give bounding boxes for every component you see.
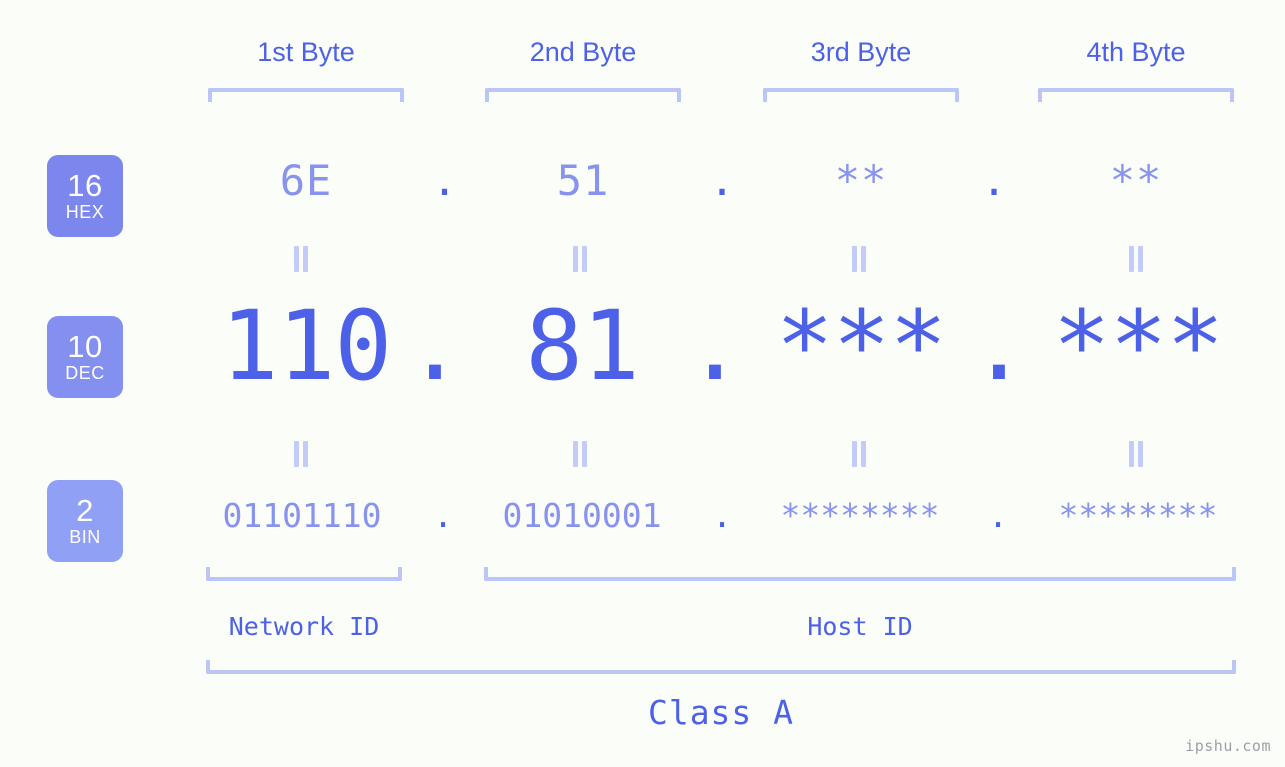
bin-byte-2: 01010001 bbox=[502, 496, 662, 535]
byte-header-3: 3rd Byte bbox=[810, 37, 912, 67]
byte-bracket-4 bbox=[1038, 88, 1234, 102]
dec-byte-3: *** bbox=[775, 290, 947, 402]
bin-byte-3: ******** bbox=[780, 496, 940, 535]
base-badge-hex-abbr: HEX bbox=[65, 202, 105, 222]
ip-address-breakdown-diagram: 1st Byte 2nd Byte 3rd Byte 4th Byte 16 H… bbox=[0, 0, 1285, 767]
base-badge-dec: 10 DEC bbox=[47, 316, 123, 398]
base-badge-bin-abbr: BIN bbox=[69, 527, 101, 547]
byte-header-1: 1st Byte bbox=[257, 37, 355, 67]
host-id-bracket bbox=[484, 567, 1236, 581]
network-id-bracket bbox=[206, 567, 402, 581]
dec-separator-2: . bbox=[686, 290, 744, 402]
dec-byte-1: 110 bbox=[220, 290, 392, 402]
class-label: Class A bbox=[647, 693, 795, 732]
base-badge-dec-abbr: DEC bbox=[65, 363, 105, 383]
watermark: ipshu.com bbox=[1185, 737, 1271, 755]
network-id-label: Network ID bbox=[228, 612, 380, 641]
hex-byte-4: ** bbox=[1109, 156, 1163, 205]
byte-bracket-1 bbox=[208, 88, 404, 102]
byte-header-4: 4th Byte bbox=[1086, 37, 1186, 67]
hex-byte-2: 51 bbox=[556, 156, 610, 205]
hex-separator-2: . bbox=[709, 156, 735, 205]
dec-separator-1: . bbox=[406, 290, 464, 402]
class-bracket bbox=[206, 660, 1236, 674]
dec-byte-4: *** bbox=[1052, 290, 1224, 402]
dec-byte-2: 81 bbox=[525, 290, 640, 402]
base-badge-dec-number: 10 bbox=[67, 329, 103, 364]
byte-header-2: 2nd Byte bbox=[529, 37, 637, 67]
bin-separator-2: . bbox=[712, 496, 732, 535]
bin-separator-1: . bbox=[433, 496, 453, 535]
equals-connector-hex-dec-2 bbox=[569, 246, 591, 272]
hex-byte-1: 6E bbox=[279, 156, 333, 205]
base-badge-bin-number: 2 bbox=[76, 493, 94, 528]
dec-separator-3: . bbox=[970, 290, 1028, 402]
hex-byte-3: ** bbox=[834, 156, 888, 205]
base-badge-hex-number: 16 bbox=[67, 168, 103, 203]
equals-connector-hex-dec-1 bbox=[290, 246, 312, 272]
host-id-label: Host ID bbox=[807, 612, 913, 641]
bin-separator-3: . bbox=[988, 496, 1008, 535]
bin-byte-1: 01101110 bbox=[222, 496, 382, 535]
equals-connector-hex-dec-3 bbox=[848, 246, 870, 272]
equals-connector-dec-bin-4 bbox=[1125, 441, 1147, 467]
base-badge-hex: 16 HEX bbox=[47, 155, 123, 237]
base-badge-bin: 2 BIN bbox=[47, 480, 123, 562]
bin-byte-4: ******** bbox=[1058, 496, 1218, 535]
equals-connector-hex-dec-4 bbox=[1125, 246, 1147, 272]
byte-bracket-3 bbox=[763, 88, 959, 102]
hex-separator-1: . bbox=[431, 156, 458, 205]
equals-connector-dec-bin-2 bbox=[569, 441, 591, 467]
equals-connector-dec-bin-1 bbox=[290, 441, 312, 467]
equals-connector-dec-bin-3 bbox=[848, 441, 870, 467]
hex-separator-3: . bbox=[981, 156, 1007, 205]
byte-bracket-2 bbox=[485, 88, 681, 102]
